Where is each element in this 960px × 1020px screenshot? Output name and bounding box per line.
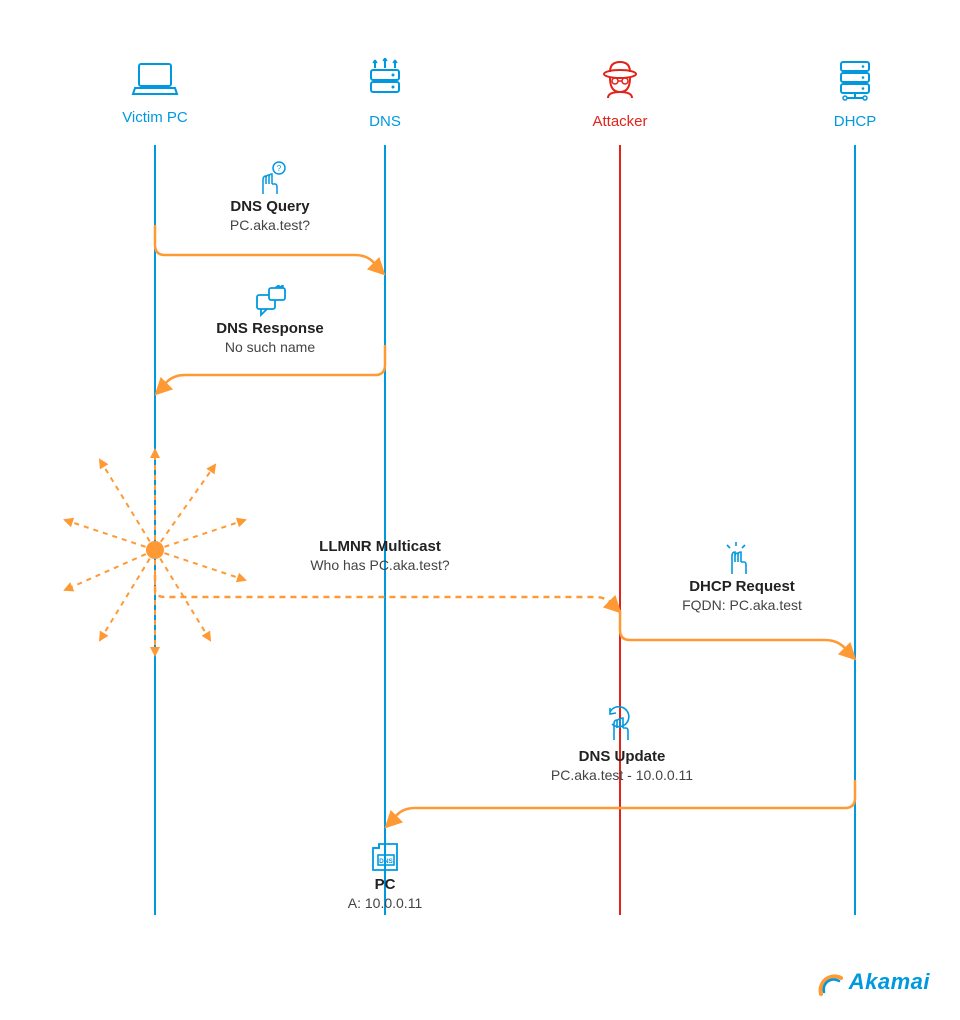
lifeline-dns (384, 145, 386, 915)
result-record: A: 10.0.0.11 (320, 895, 450, 911)
svg-text:DNS: DNS (379, 858, 393, 865)
hand-question-icon: ? (253, 160, 289, 196)
actor-dns: DNS (335, 58, 435, 130)
msg-sub: PC.aka.test - 10.0.0.11 (522, 767, 722, 783)
lifeline-attacker (619, 145, 621, 915)
actor-label: Victim PC (105, 109, 205, 126)
msg-sub: PC.aka.test? (195, 217, 345, 233)
dhcp-server-icon (831, 58, 879, 102)
actor-attacker: Attacker (570, 58, 670, 130)
msg-sub: No such name (195, 339, 345, 355)
msg-sub: FQDN: PC.aka.test (657, 597, 827, 613)
msg-title: DNS Query (195, 198, 345, 215)
msg-llmnr: LLMNR Multicast Who has PC.aka.test? (280, 538, 480, 573)
svg-text:?: ? (277, 164, 282, 173)
msg-dhcp-request: DHCP Request FQDN: PC.aka.test (657, 578, 827, 613)
msg-title: LLMNR Multicast (280, 538, 480, 555)
msg-sub: Who has PC.aka.test? (280, 557, 480, 573)
arrow-dns-update (385, 780, 859, 830)
msg-title: DNS Response (195, 320, 345, 337)
laptop-icon (131, 58, 179, 98)
arrow-dhcp-request (620, 610, 858, 660)
result-dns-record: PC A: 10.0.0.11 (320, 876, 450, 911)
result-name: PC (320, 876, 450, 893)
msg-title: DNS Update (522, 748, 722, 765)
multicast-burst-icon (55, 430, 255, 670)
msg-dns-update: DNS Update PC.aka.test - 10.0.0.11 (522, 748, 722, 783)
msg-dns-response: DNS Response No such name (195, 320, 345, 355)
actor-victim-pc: Victim PC (105, 58, 205, 126)
chat-reply-icon (253, 285, 289, 319)
akamai-wave-icon (817, 969, 852, 999)
hand-refresh-icon (600, 702, 640, 742)
actor-dhcp: DHCP (805, 58, 905, 130)
dns-server-icon (361, 58, 409, 102)
actor-label: DHCP (805, 113, 905, 130)
actor-label: DNS (335, 113, 435, 130)
attacker-spy-icon (596, 58, 644, 102)
msg-dns-query: DNS Query PC.aka.test? (195, 198, 345, 233)
hand-click-icon (718, 540, 754, 576)
brand-logo: Akamai (817, 969, 930, 1000)
actor-label: Attacker (570, 113, 670, 130)
brand-name: Akamai (849, 969, 930, 994)
dns-record-icon: DNS (367, 840, 403, 874)
msg-title: DHCP Request (657, 578, 827, 595)
lifeline-dhcp (854, 145, 856, 915)
